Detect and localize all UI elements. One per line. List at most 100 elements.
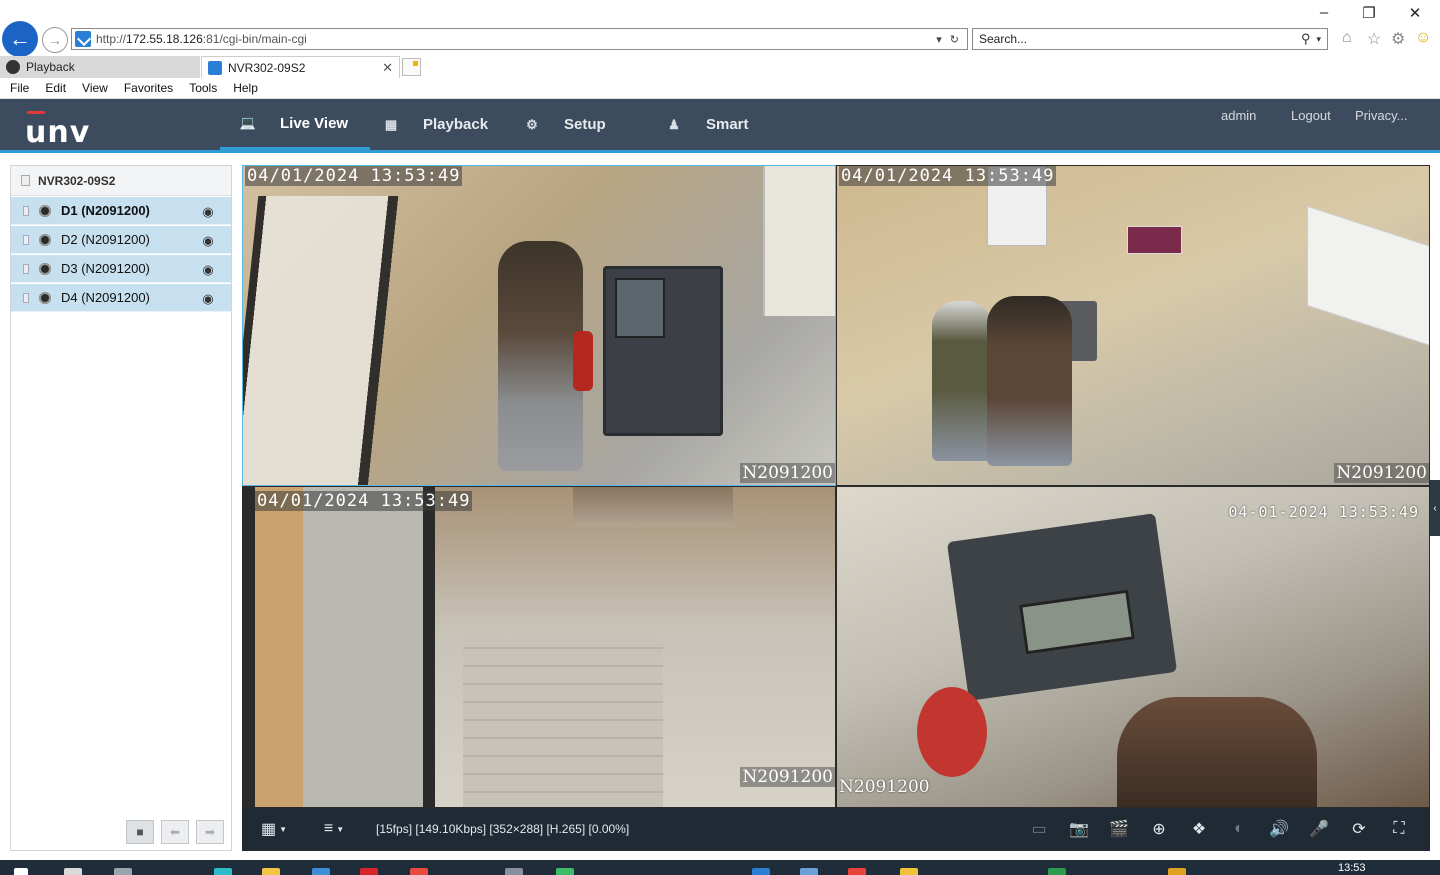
tab-playback[interactable]: Playback bbox=[0, 56, 200, 78]
close-tab-icon[interactable]: ✕ bbox=[382, 60, 393, 76]
person-figure bbox=[932, 301, 992, 461]
next-page-button[interactable]: ➡ bbox=[196, 820, 224, 844]
3d-positioning-button[interactable]: ⟳ bbox=[1348, 818, 1370, 840]
address-bar[interactable]: http://172.55.18.126:81/cgi-bin/main-cgi… bbox=[71, 28, 968, 50]
nav-live-view[interactable]: 💻 Live View bbox=[220, 99, 370, 150]
minimize-icon[interactable]: – bbox=[1314, 4, 1334, 21]
taskbar-app-icon[interactable] bbox=[64, 868, 82, 875]
taskbar-app-icon[interactable] bbox=[114, 868, 132, 875]
stream-selector[interactable]: ≡ ▼ bbox=[316, 818, 352, 840]
ptz-button[interactable]: ❖ bbox=[1188, 818, 1210, 840]
taskbar-app-icon[interactable] bbox=[214, 868, 232, 875]
video-tile-1[interactable]: 04/01/2024 13:53:49 N2091200 bbox=[242, 165, 836, 486]
channel-item-d3[interactable]: D3 (N2091200) ◉ bbox=[11, 255, 231, 283]
video-tile-3[interactable]: 04/01/2024 13:53:49 N2091200 bbox=[242, 486, 836, 808]
forward-button[interactable]: → bbox=[42, 27, 68, 53]
drag-handle-icon[interactable] bbox=[23, 234, 29, 245]
back-button[interactable]: ← bbox=[2, 21, 38, 57]
home-icon[interactable]: ⌂ bbox=[1342, 29, 1352, 47]
menu-tools[interactable]: Tools bbox=[189, 81, 217, 95]
browser-taskbar-icon[interactable] bbox=[556, 868, 574, 875]
previous-page-button[interactable]: ⬅ bbox=[161, 820, 189, 844]
feedback-smiley-icon[interactable]: ☺ bbox=[1415, 29, 1431, 47]
nav-smart[interactable]: ♟ Smart bbox=[666, 99, 748, 150]
taskbar-app-icon[interactable] bbox=[312, 868, 330, 875]
snapshot-button[interactable]: 📷 bbox=[1068, 818, 1090, 840]
favorites-star-icon[interactable]: ☆ bbox=[1367, 29, 1381, 49]
app-header: unv 💻 Live View ▦ Playback ⚙ Setup ♟ Sma… bbox=[0, 99, 1440, 153]
drag-handle-icon[interactable] bbox=[23, 263, 29, 274]
stream-info: [15fps] [149.10Kbps] [352×288] [H.265] [… bbox=[376, 822, 630, 836]
fullscreen-button[interactable]: ⛶ bbox=[1388, 818, 1410, 840]
channel-item-d1[interactable]: D1 (N2091200) ◉ bbox=[11, 197, 231, 225]
gear-icon: ⚙ bbox=[526, 116, 538, 132]
video-tile-2[interactable]: 04/01/2024 13:53:49 N2091200 bbox=[836, 165, 1430, 486]
timestamp-overlay: 04/01/2024 13:53:49 bbox=[839, 166, 1057, 186]
aspect-ratio-button[interactable]: ▭ bbox=[1028, 818, 1050, 840]
drag-handle-icon[interactable] bbox=[23, 205, 29, 216]
taskbar-app-icon[interactable] bbox=[752, 868, 770, 875]
stop-all-button[interactable]: ■ bbox=[126, 820, 154, 844]
close-window-icon[interactable]: ✕ bbox=[1405, 4, 1425, 22]
talk-button[interactable]: 🎤 bbox=[1308, 818, 1330, 840]
menu-view[interactable]: View bbox=[82, 81, 108, 95]
stop-icon: ■ bbox=[136, 825, 144, 839]
search-input[interactable] bbox=[979, 32, 1301, 46]
menu-favorites[interactable]: Favorites bbox=[124, 81, 173, 95]
search-dropdown-icon[interactable]: ▾ bbox=[1316, 34, 1321, 45]
channel-label: D2 (N2091200) bbox=[61, 232, 150, 247]
stream-toggle-icon[interactable]: ◉ bbox=[199, 291, 217, 306]
channel-item-d2[interactable]: D2 (N2091200) ◉ bbox=[11, 226, 231, 254]
taskbar-app-icon[interactable] bbox=[410, 868, 428, 875]
record-button[interactable]: 🎬 bbox=[1108, 818, 1130, 840]
menu-edit[interactable]: Edit bbox=[45, 81, 66, 95]
taskbar-app-icon[interactable] bbox=[360, 868, 378, 875]
taskbar-app-icon[interactable] bbox=[1048, 868, 1066, 875]
stream-toggle-icon[interactable]: ◉ bbox=[199, 233, 217, 248]
start-icon[interactable] bbox=[14, 868, 28, 875]
logout-link[interactable]: Logout bbox=[1291, 108, 1331, 123]
menu-help[interactable]: Help bbox=[233, 81, 258, 95]
channel-item-d4[interactable]: D4 (N2091200) ◉ bbox=[11, 284, 231, 312]
new-tab-button[interactable] bbox=[402, 58, 421, 76]
layout-selector[interactable]: ▦ ▼ bbox=[256, 818, 292, 840]
wall-sign bbox=[1127, 226, 1182, 254]
fisheye-button[interactable]: ◐ bbox=[1228, 818, 1250, 840]
search-icon[interactable]: ⚲ bbox=[1301, 31, 1311, 47]
nav-setup[interactable]: ⚙ Setup bbox=[524, 99, 606, 150]
camera-snapshot-icon: 📷 bbox=[1069, 821, 1089, 838]
taskbar-app-icon[interactable] bbox=[505, 868, 523, 875]
person-figure bbox=[987, 296, 1072, 466]
nav-playback[interactable]: ▦ Playback bbox=[383, 99, 488, 150]
film-icon: ▦ bbox=[384, 116, 398, 132]
collapse-panel-button[interactable]: ‹ bbox=[1430, 480, 1440, 536]
refresh-icon[interactable]: ↻ bbox=[950, 33, 959, 46]
taskbar-app-icon[interactable] bbox=[900, 868, 918, 875]
taskbar-app-icon[interactable] bbox=[800, 868, 818, 875]
taskbar-app-icon[interactable] bbox=[1168, 868, 1186, 875]
stream-toggle-icon[interactable]: ◉ bbox=[199, 204, 217, 219]
video-tile-4[interactable]: 04-01-2024 13:53:49 N2091200 bbox=[836, 486, 1430, 808]
address-url[interactable]: http://172.55.18.126:81/cgi-bin/main-cgi bbox=[96, 32, 936, 46]
camera-id-overlay: N2091200 bbox=[740, 463, 835, 483]
address-dropdown-icon[interactable]: ▾ bbox=[936, 33, 942, 46]
monitor-icon: 💻 bbox=[239, 115, 257, 130]
timestamp-overlay: 04-01-2024 13:53:49 bbox=[1228, 503, 1419, 521]
privacy-link[interactable]: Privacy... bbox=[1355, 108, 1408, 123]
folder-icon[interactable] bbox=[262, 868, 280, 875]
device-node[interactable]: NVR302-09S2 bbox=[11, 166, 231, 196]
nav-label: Playback bbox=[423, 116, 489, 133]
tab-nvr[interactable]: NVR302-09S2 ✕ bbox=[201, 56, 400, 78]
restore-icon[interactable]: ❐ bbox=[1359, 4, 1379, 22]
digital-zoom-button[interactable]: ⊕ bbox=[1148, 818, 1170, 840]
drag-handle-icon[interactable] bbox=[23, 292, 29, 303]
search-box[interactable]: ⚲ ▾ bbox=[972, 28, 1328, 50]
menu-file[interactable]: File bbox=[10, 81, 29, 95]
taskbar-app-icon[interactable] bbox=[848, 868, 866, 875]
audio-button[interactable]: 🔊 bbox=[1268, 818, 1290, 840]
person-figure bbox=[1117, 697, 1317, 807]
current-user[interactable]: admin bbox=[1221, 108, 1256, 123]
stream-toggle-icon[interactable]: ◉ bbox=[199, 262, 217, 277]
fire-extinguisher bbox=[917, 687, 987, 777]
settings-gear-icon[interactable]: ⚙ bbox=[1391, 29, 1405, 49]
